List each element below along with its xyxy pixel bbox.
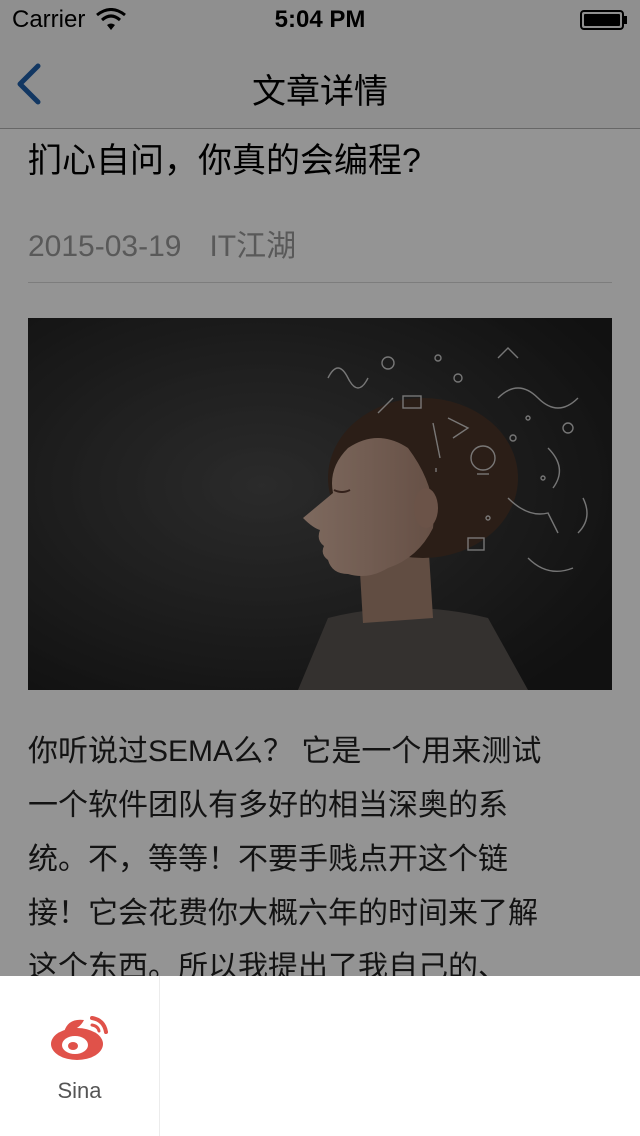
screen: 扪心自问，你真的会编程? 2015-03-19 IT江湖 你听说过SEMA么？ …: [0, 0, 640, 1136]
share-label: Sina: [57, 1078, 102, 1103]
share-sheet: Sina: [0, 976, 640, 1136]
share-sina-button[interactable]: Sina: [0, 976, 160, 1136]
dim-overlay[interactable]: [0, 0, 640, 976]
weibo-icon: [51, 1016, 108, 1060]
